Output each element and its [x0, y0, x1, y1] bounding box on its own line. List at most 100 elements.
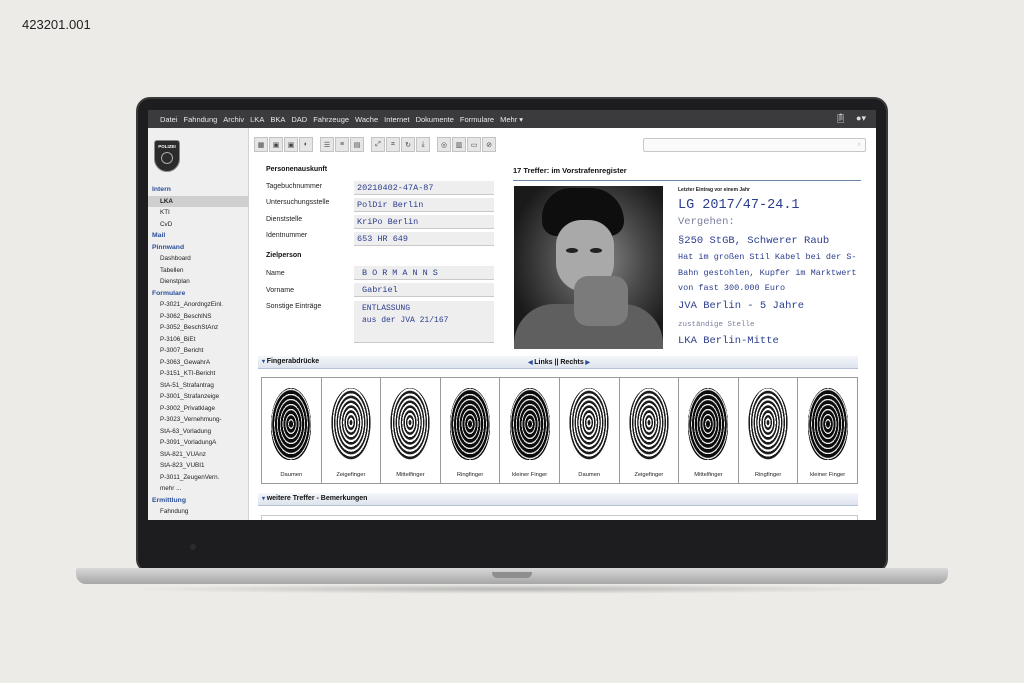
search-input[interactable]: ⌕: [643, 138, 866, 152]
more-hits-header[interactable]: ▾ weitere Treffer - Bemerkungen: [258, 493, 858, 506]
menu-item[interactable]: Archiv: [223, 115, 244, 124]
crop-icon[interactable]: ⌗: [386, 137, 400, 152]
menu-item[interactable]: Datei: [160, 115, 178, 124]
field-value-unit[interactable]: PolDir Berlin: [354, 198, 494, 212]
menu-item[interactable]: DAD: [291, 115, 307, 124]
menu-item[interactable]: BKA: [270, 115, 285, 124]
sidebar-item[interactable]: P-3001_Strafanzeige: [148, 391, 249, 403]
fingerprint-cell[interactable]: Mittelfinger: [381, 378, 441, 483]
more-hits-title: ▾ weitere Treffer - Bemerkungen: [262, 495, 368, 502]
sidebar-item[interactable]: P-3021_AnordngzEinl.: [148, 299, 249, 311]
fingerprint-image: [271, 388, 312, 460]
sidebar-item[interactable]: Fahndung: [148, 506, 249, 518]
sidebar-item[interactable]: P-3052_BeschStAnz: [148, 322, 249, 334]
sentence: JVA Berlin - 5 Jahre: [678, 300, 805, 312]
fingerprint-cell[interactable]: Daumen: [262, 378, 322, 483]
menu-item[interactable]: Fahndung: [184, 115, 218, 124]
sidebar-item[interactable]: Dienstplan: [148, 276, 249, 288]
field-value-name[interactable]: BORMANNS: [354, 266, 494, 280]
fingerprint-cell[interactable]: Ringfinger: [441, 378, 501, 483]
list-icon[interactable]: ☰: [320, 137, 334, 152]
menu-bar: Datei Fahndung Archiv LKA BKA DAD Fahrze…: [148, 110, 876, 128]
clipboard-icon[interactable]: 📋︎: [835, 113, 846, 124]
fingerprint-cell[interactable]: kleiner Finger: [500, 378, 560, 483]
divider: [513, 180, 861, 181]
fingerprint-label: kleiner Finger: [512, 472, 548, 478]
sidebar-item[interactable]: Dashboard: [148, 253, 249, 265]
menu-item[interactable]: Internet: [384, 115, 409, 124]
menu-item[interactable]: Fahrzeuge: [313, 115, 349, 124]
sidebar-item[interactable]: StA-63_Vorladung: [148, 426, 249, 438]
menu-item[interactable]: Dokumente: [416, 115, 454, 124]
sidebar-group-1[interactable]: Mail: [148, 230, 249, 242]
sidebar-group-4[interactable]: Ermittlung: [148, 495, 249, 507]
sidebar-group-2[interactable]: Pinnwand: [148, 242, 249, 254]
search-icon[interactable]: ⌕: [858, 139, 861, 151]
case-number: LG 2017/47-24.1: [678, 198, 800, 213]
sidebar-item[interactable]: P-3062_BeschlNS: [148, 311, 249, 323]
app-screen: Datei Fahndung Archiv LKA BKA DAD Fahrze…: [148, 110, 876, 520]
menu-item-more[interactable]: Mehr ▾: [500, 115, 523, 124]
field-value-ident[interactable]: 653 HR 649: [354, 232, 494, 246]
fingerprint-image: [509, 388, 550, 460]
hand-switch[interactable]: ◀ Links || Rechts ▶: [528, 359, 590, 366]
sidebar-item[interactable]: Tabellen: [148, 265, 249, 277]
contrast-icon[interactable]: ◐: [299, 137, 313, 152]
sidebar-group-0[interactable]: Intern: [148, 184, 249, 196]
sidebar-item[interactable]: LKA: [148, 195, 249, 207]
fingerprint-image: [569, 388, 610, 460]
sidebar-item[interactable]: CvD: [148, 219, 249, 231]
image-icon[interactable]: ▣: [284, 137, 298, 152]
field-value-firstname[interactable]: Gabriel: [354, 283, 494, 297]
attach-icon[interactable]: ⊘: [482, 137, 496, 152]
sidebar-item[interactable]: P-3011_ZeugenVern.: [148, 472, 249, 484]
sidebar-item[interactable]: P-3007_Bericht: [148, 345, 249, 357]
sidebar-item[interactable]: StA-823_VUBI1: [148, 460, 249, 472]
sidebar-item[interactable]: P-3063_GewahrA: [148, 357, 249, 369]
expand-icon[interactable]: ⤢: [371, 137, 385, 152]
grid-icon[interactable]: ▦: [254, 137, 268, 152]
sidebar: POLIZEI Intern LKA KTI CvD Mail Pinnwand Dashb…: [148, 128, 249, 520]
fingerprints-header[interactable]: ▾ Fingerabdrücke ◀ Links || Rechts ▶: [258, 356, 858, 369]
menu-item[interactable]: LKA: [250, 115, 264, 124]
record-note: Letzter Eintrag vor einem Jahr: [678, 187, 750, 193]
field-value-journal[interactable]: 20210402-47A-87: [354, 181, 494, 195]
sidebar-item[interactable]: P-3023_Vernehmung-: [148, 414, 249, 426]
sidebar-group-3[interactable]: Formulare: [148, 288, 249, 300]
sort-icon[interactable]: ≡: [335, 137, 349, 152]
offense: §250 StGB, Schwerer Raub: [678, 235, 830, 247]
sidebar-item[interactable]: StA-51_Strafantrag: [148, 380, 249, 392]
star-icon: [161, 152, 173, 164]
fingerprint-cell[interactable]: Daumen: [560, 378, 620, 483]
field-value-office[interactable]: KriPo Berlin: [354, 215, 494, 229]
fingerprint-icon[interactable]: ◎: [437, 137, 451, 152]
fingerprint-cell[interactable]: kleiner Finger: [798, 378, 857, 483]
suspect-photo[interactable]: [514, 186, 663, 349]
sidebar-item[interactable]: P-3106_BiEt: [148, 334, 249, 346]
image-icon[interactable]: ▣: [269, 137, 283, 152]
field-value-other[interactable]: ENTLASSUNG aus der JVA 21/167: [354, 301, 494, 343]
fingerprint-cell[interactable]: Mittelfinger: [679, 378, 739, 483]
menu-item[interactable]: Wache: [355, 115, 378, 124]
rotate-icon[interactable]: ↻: [401, 137, 415, 152]
field-label: Tagebuchnummer: [266, 183, 323, 190]
sidebar-item[interactable]: P-3002_Privatklage: [148, 403, 249, 415]
field-label: Vorname: [266, 287, 295, 294]
menu-item[interactable]: Formulare: [460, 115, 494, 124]
print-icon[interactable]: ▭: [467, 137, 481, 152]
clipboard-icon[interactable]: ▤: [350, 137, 364, 152]
hits-title: 17 Treffer: im Vorstrafenregister: [513, 166, 627, 175]
sidebar-item[interactable]: P-3151_KTI-Bericht: [148, 368, 249, 380]
fingerprint-cell[interactable]: Ringfinger: [739, 378, 799, 483]
section-title-target: Zielperson: [266, 252, 302, 259]
sidebar-item[interactable]: P-3091_VorladungA: [148, 437, 249, 449]
fingerprint-cell[interactable]: Zeigefinger: [620, 378, 680, 483]
download-icon[interactable]: ⤓: [416, 137, 430, 152]
user-icon[interactable]: ●▾: [856, 113, 866, 124]
fingerprint-label: Ringfinger: [754, 472, 782, 478]
sidebar-item[interactable]: KTI: [148, 207, 249, 219]
delete-icon[interactable]: ▥: [452, 137, 466, 152]
fingerprint-cell[interactable]: Zeigefinger: [322, 378, 382, 483]
sidebar-item[interactable]: mehr ...: [148, 483, 249, 495]
sidebar-item[interactable]: StA-821_VUAnz: [148, 449, 249, 461]
